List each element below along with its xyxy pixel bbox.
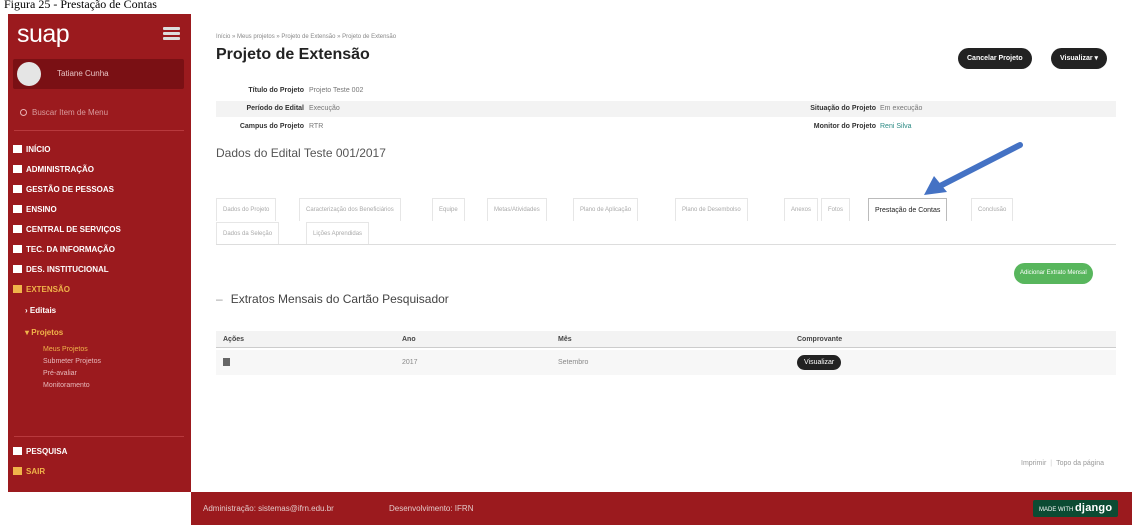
view-receipt-button[interactable]: Visualizar (797, 355, 842, 370)
top-of-page-link[interactable]: Topo da página (1056, 460, 1104, 467)
col-ano: Ano (402, 336, 416, 343)
campus-label: Campus do Projeto (239, 123, 304, 130)
sidebar: suap Tatiane Cunha Buscar Item de Menu I… (8, 14, 191, 492)
home-icon (13, 145, 22, 153)
avatar (17, 62, 41, 86)
situacao-label: Situação do Projeto (810, 105, 876, 112)
col-comprovante: Comprovante (797, 336, 843, 343)
tab-fotos[interactable]: Fotos (821, 198, 851, 221)
monitor-icon (13, 245, 22, 253)
nav-item-ensino[interactable]: Ensino (13, 200, 185, 220)
annotation-arrow-icon (924, 142, 1023, 195)
tab-plano-aplicacao[interactable]: Plano de Aplicação (573, 198, 639, 221)
user-profile[interactable]: Tatiane Cunha (13, 59, 184, 89)
section-title[interactable]: – Extratos Mensais do Cartão Pesquisador (216, 292, 449, 306)
tab-licoes-aprendidas[interactable]: Lições Aprendidas (306, 222, 370, 245)
tabs-divider (216, 244, 1116, 245)
footer: Administração: sistemas@ifrn.edu.br Dese… (191, 492, 1132, 525)
document-caption: Figura 25 - Prestação de Contas (4, 0, 157, 11)
nav-link-monitoramento[interactable]: Monitoramento (13, 380, 185, 392)
nav-item-pesquisa[interactable]: Pesquisa (13, 442, 185, 462)
nav-link-pre-avaliar[interactable]: Pré-avaliar (13, 368, 185, 380)
footer-admin-contact[interactable]: Administração: sistemas@ifrn.edu.br (203, 504, 334, 513)
tab-dados-selecao[interactable]: Dados da Seleção (216, 222, 280, 245)
edital-title: Dados do Edital Teste 001/2017 (216, 146, 386, 160)
tab-anexos[interactable]: Anexos (784, 198, 819, 221)
cell-ano: 2017 (402, 359, 418, 366)
divider (14, 436, 184, 437)
nav-bottom: Pesquisa Sair (13, 442, 185, 482)
cancel-project-button[interactable]: Cancelar Projeto (958, 48, 1032, 69)
table-header: Ações Ano Mês Comprovante (216, 331, 1116, 348)
tab-dados-projeto[interactable]: Dados do Projeto (216, 198, 277, 221)
logout-icon (13, 467, 22, 475)
periodo-value: Execução (309, 105, 340, 112)
menu-search-input[interactable]: Buscar Item de Menu (32, 108, 108, 117)
page-title: Projeto de Extensão (216, 46, 370, 63)
info-row-campus: Campus do Projeto RTR Monitor do Projeto… (216, 119, 1116, 135)
col-mes: Mês (558, 336, 572, 343)
nav-link-submeter-projetos[interactable]: Submeter Projetos (13, 356, 185, 368)
nav-link-meus-projetos[interactable]: Meus Projetos (13, 344, 185, 356)
nav-subitem-projetos[interactable]: ▾ Projetos (13, 322, 185, 344)
main-nav: Início Administração Gestão de Pessoas E… (13, 140, 185, 392)
tab-caracterizacao[interactable]: Caracterização dos Beneficiários (299, 198, 401, 221)
tab-prestacao-contas[interactable]: Prestação de Contas (868, 198, 948, 221)
monitor-label: Monitor do Projeto (813, 123, 876, 130)
pencil-icon (13, 205, 22, 213)
view-dropdown-button[interactable]: Visualizar ▾ (1051, 48, 1108, 69)
list-icon (13, 225, 22, 233)
situacao-value: Em execução (880, 105, 923, 112)
add-extract-button[interactable]: Adicionar Extrato Mensal (1014, 263, 1093, 284)
divider (14, 130, 184, 131)
search-circle-icon (13, 447, 22, 455)
user-name: Tatiane Cunha (57, 69, 109, 78)
titulo-value: Projeto Teste 002 (309, 87, 364, 94)
titulo-label: Título do Projeto (248, 87, 304, 94)
cell-mes: Setembro (558, 359, 589, 366)
menu-search[interactable]: Buscar Item de Menu (20, 108, 108, 117)
list-icon (13, 165, 22, 173)
nav-item-sair[interactable]: Sair (13, 462, 185, 482)
nav-subitem-editais[interactable]: › Editais (13, 300, 185, 322)
breadcrumb[interactable]: Início » Meus projetos » Projeto de Exte… (216, 34, 396, 40)
suap-logo[interactable]: suap (17, 20, 70, 49)
info-row-periodo: Período do Edital Execução Situação do P… (216, 101, 1116, 117)
tab-conclusao[interactable]: Conclusão (971, 198, 1014, 221)
caret-down-icon: ▾ (1094, 55, 1099, 62)
footer-developer: Desenvolvimento: IFRN (389, 504, 474, 513)
bar-chart-icon (13, 265, 22, 273)
django-badge[interactable]: MADE WITH django (1033, 500, 1119, 517)
grid-icon (13, 285, 22, 293)
campus-value: RTR (309, 123, 324, 130)
tab-equipe[interactable]: Equipe (432, 198, 465, 221)
people-icon (13, 185, 22, 193)
nav-item-extensao[interactable]: Extensão (13, 280, 185, 300)
col-acoes: Ações (223, 336, 245, 343)
bottom-links: Imprimir | Topo da página (1021, 460, 1104, 467)
collapse-icon[interactable]: – (216, 292, 223, 306)
info-row-titulo: Título do Projeto Projeto Teste 002 (216, 83, 1116, 99)
monitor-link[interactable]: Reni Silva (880, 119, 912, 135)
tab-metas-atividades[interactable]: Metas/Atividades (487, 198, 547, 221)
search-icon (20, 109, 27, 116)
print-link[interactable]: Imprimir (1021, 460, 1046, 467)
separator: | (1050, 460, 1053, 467)
table-row: 2017 Setembro Visualizar (216, 350, 1116, 375)
nav-item-administracao[interactable]: Administração (13, 160, 185, 180)
menu-toggle-icon[interactable] (163, 27, 180, 40)
tab-plano-desembolso[interactable]: Plano de Desembolso (675, 198, 748, 221)
nav-item-tec-informacao[interactable]: Tec. da Informação (13, 240, 185, 260)
nav-item-central-servicos[interactable]: Central de Serviços (13, 220, 185, 240)
periodo-label: Período do Edital (246, 105, 304, 112)
nav-item-des-institucional[interactable]: Des. Institucional (13, 260, 185, 280)
trash-icon[interactable] (223, 358, 230, 366)
nav-item-inicio[interactable]: Início (13, 140, 185, 160)
nav-item-gestao-pessoas[interactable]: Gestão de Pessoas (13, 180, 185, 200)
